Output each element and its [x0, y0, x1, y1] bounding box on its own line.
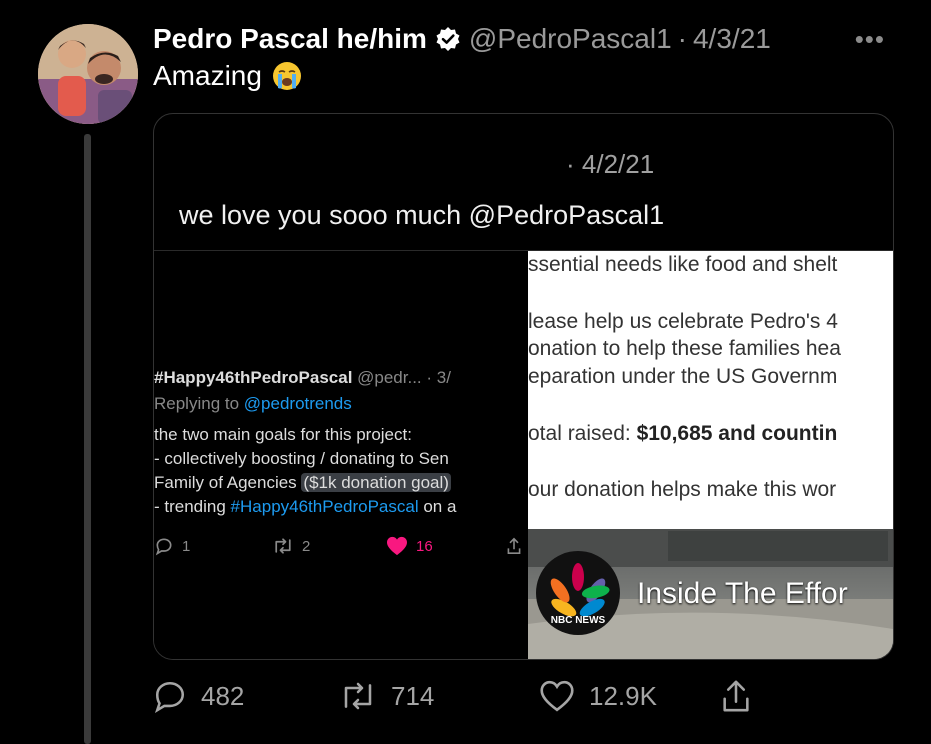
donation-line-1: ssential needs like food and shelt [528, 253, 838, 276]
tweet-actions: 482 714 12.9K [153, 672, 893, 720]
author-handle[interactable]: @PedroPascal1 [469, 23, 672, 55]
heart-icon [540, 680, 574, 712]
tweet-text: Amazing [153, 60, 302, 92]
nbc-logo-text: NBC NEWS [551, 615, 606, 626]
tweet-date[interactable]: 4/3/21 [693, 23, 771, 55]
news-video-thumbnail: NBC NEWS Inside The Effor [528, 529, 893, 659]
donation-line-2: lease help us celebrate Pedro's 4 [528, 310, 838, 333]
tweet-text-content: Amazing [153, 60, 262, 91]
embedded-line-4b: on a [418, 497, 457, 516]
nbc-peacock-icon: NBC NEWS [550, 563, 610, 626]
embedded-line-1: the two main goals for this project: [154, 425, 412, 444]
embedded-line-4a: - trending [154, 497, 231, 516]
quoted-tweet[interactable]: · 4/2/21 we love you sooo much @PedroPas… [153, 113, 894, 660]
embedded-line-3a: Family of Agencies [154, 473, 302, 492]
embedded-reply: 1 [154, 536, 190, 556]
tweet-header: Pedro Pascal he/him @PedroPascal1 · 4/3/… [153, 20, 771, 58]
embedded-line-3: Family of Agencies ($1k donation goal) [154, 471, 456, 495]
embedded-tweet-header: #Happy46thPedroPascal @pedr... · 3/ [154, 368, 451, 388]
quoted-date[interactable]: · 4/2/21 [566, 149, 654, 180]
embedded-reply-icon [155, 538, 172, 556]
header-separator: · [677, 23, 687, 54]
video-caption: Inside The Effor [637, 577, 848, 610]
embedded-actions: 1 2 16 [154, 536, 528, 560]
embedded-line-2: - collectively boosting / donating to Se… [154, 449, 449, 468]
reply-count: 482 [201, 680, 245, 711]
verified-badge-icon [435, 26, 461, 52]
embedded-hashtag: #Happy46thPedroPascal [230, 497, 419, 516]
retweet-button[interactable]: 714 [339, 672, 434, 720]
avatar-image [38, 24, 138, 124]
embedded-like: 16 [386, 536, 433, 556]
embedded-share-icon [507, 537, 521, 554]
embedded-retweet-icon [275, 538, 291, 554]
like-count: 12.9K [589, 680, 657, 711]
nbc-news-logo: NBC NEWS [536, 551, 620, 635]
donation-line-4: eparation under the US Governm [528, 365, 838, 388]
quoted-text: we love you sooo much @PedroPascal1 [179, 200, 665, 230]
like-button[interactable]: 12.9K [539, 672, 657, 720]
embedded-display-name: #Happy46thPedroPascal [154, 368, 353, 387]
donation-line-3: onation to help these families hea [528, 337, 841, 360]
embedded-replying-to: Replying to @pedrotrends [154, 394, 352, 414]
embedded-like-count: 16 [416, 537, 433, 555]
embedded-highlight: ($1k donation goal) [301, 473, 451, 492]
more-options-icon[interactable]: ••• [855, 24, 885, 55]
replying-mention: @pedrotrends [243, 394, 352, 413]
replying-prefix: Replying to [154, 394, 244, 413]
reply-button[interactable]: 482 [153, 672, 244, 720]
retweet-icon [344, 682, 372, 710]
avatar[interactable] [38, 24, 138, 124]
embedded-retweet-count: 2 [302, 537, 311, 555]
embedded-tweet-body: the two main goals for this project: - c… [154, 423, 456, 519]
author-name[interactable]: Pedro Pascal he/him [153, 23, 427, 55]
embedded-retweet: 2 [272, 536, 310, 556]
donation-total-label: otal raised: [528, 422, 637, 445]
share-button[interactable] [721, 672, 765, 720]
embedded-tweet-screenshot: #Happy46thPedroPascal @pedr... · 3/ Repl… [154, 251, 528, 659]
embedded-meta: @pedr... · 3/ [352, 368, 451, 387]
loudly-crying-face-icon [272, 61, 302, 91]
donation-line-5: otal raised: $10,685 and countin [528, 422, 837, 446]
embedded-reply-count: 1 [182, 537, 191, 555]
donation-screenshot: ssential needs like food and shelt lease… [528, 251, 893, 659]
share-icon [723, 680, 749, 712]
retweet-count: 714 [391, 680, 435, 711]
embedded-heart-icon [387, 536, 407, 556]
donation-total-value: $10,685 and countin [636, 422, 838, 445]
thread-line [84, 134, 91, 744]
donation-line-6: our donation helps make this wor [528, 478, 837, 501]
embedded-share [506, 536, 522, 556]
reply-icon [154, 681, 185, 713]
embedded-line-4: - trending #Happy46thPedroPascal on a [154, 495, 456, 519]
